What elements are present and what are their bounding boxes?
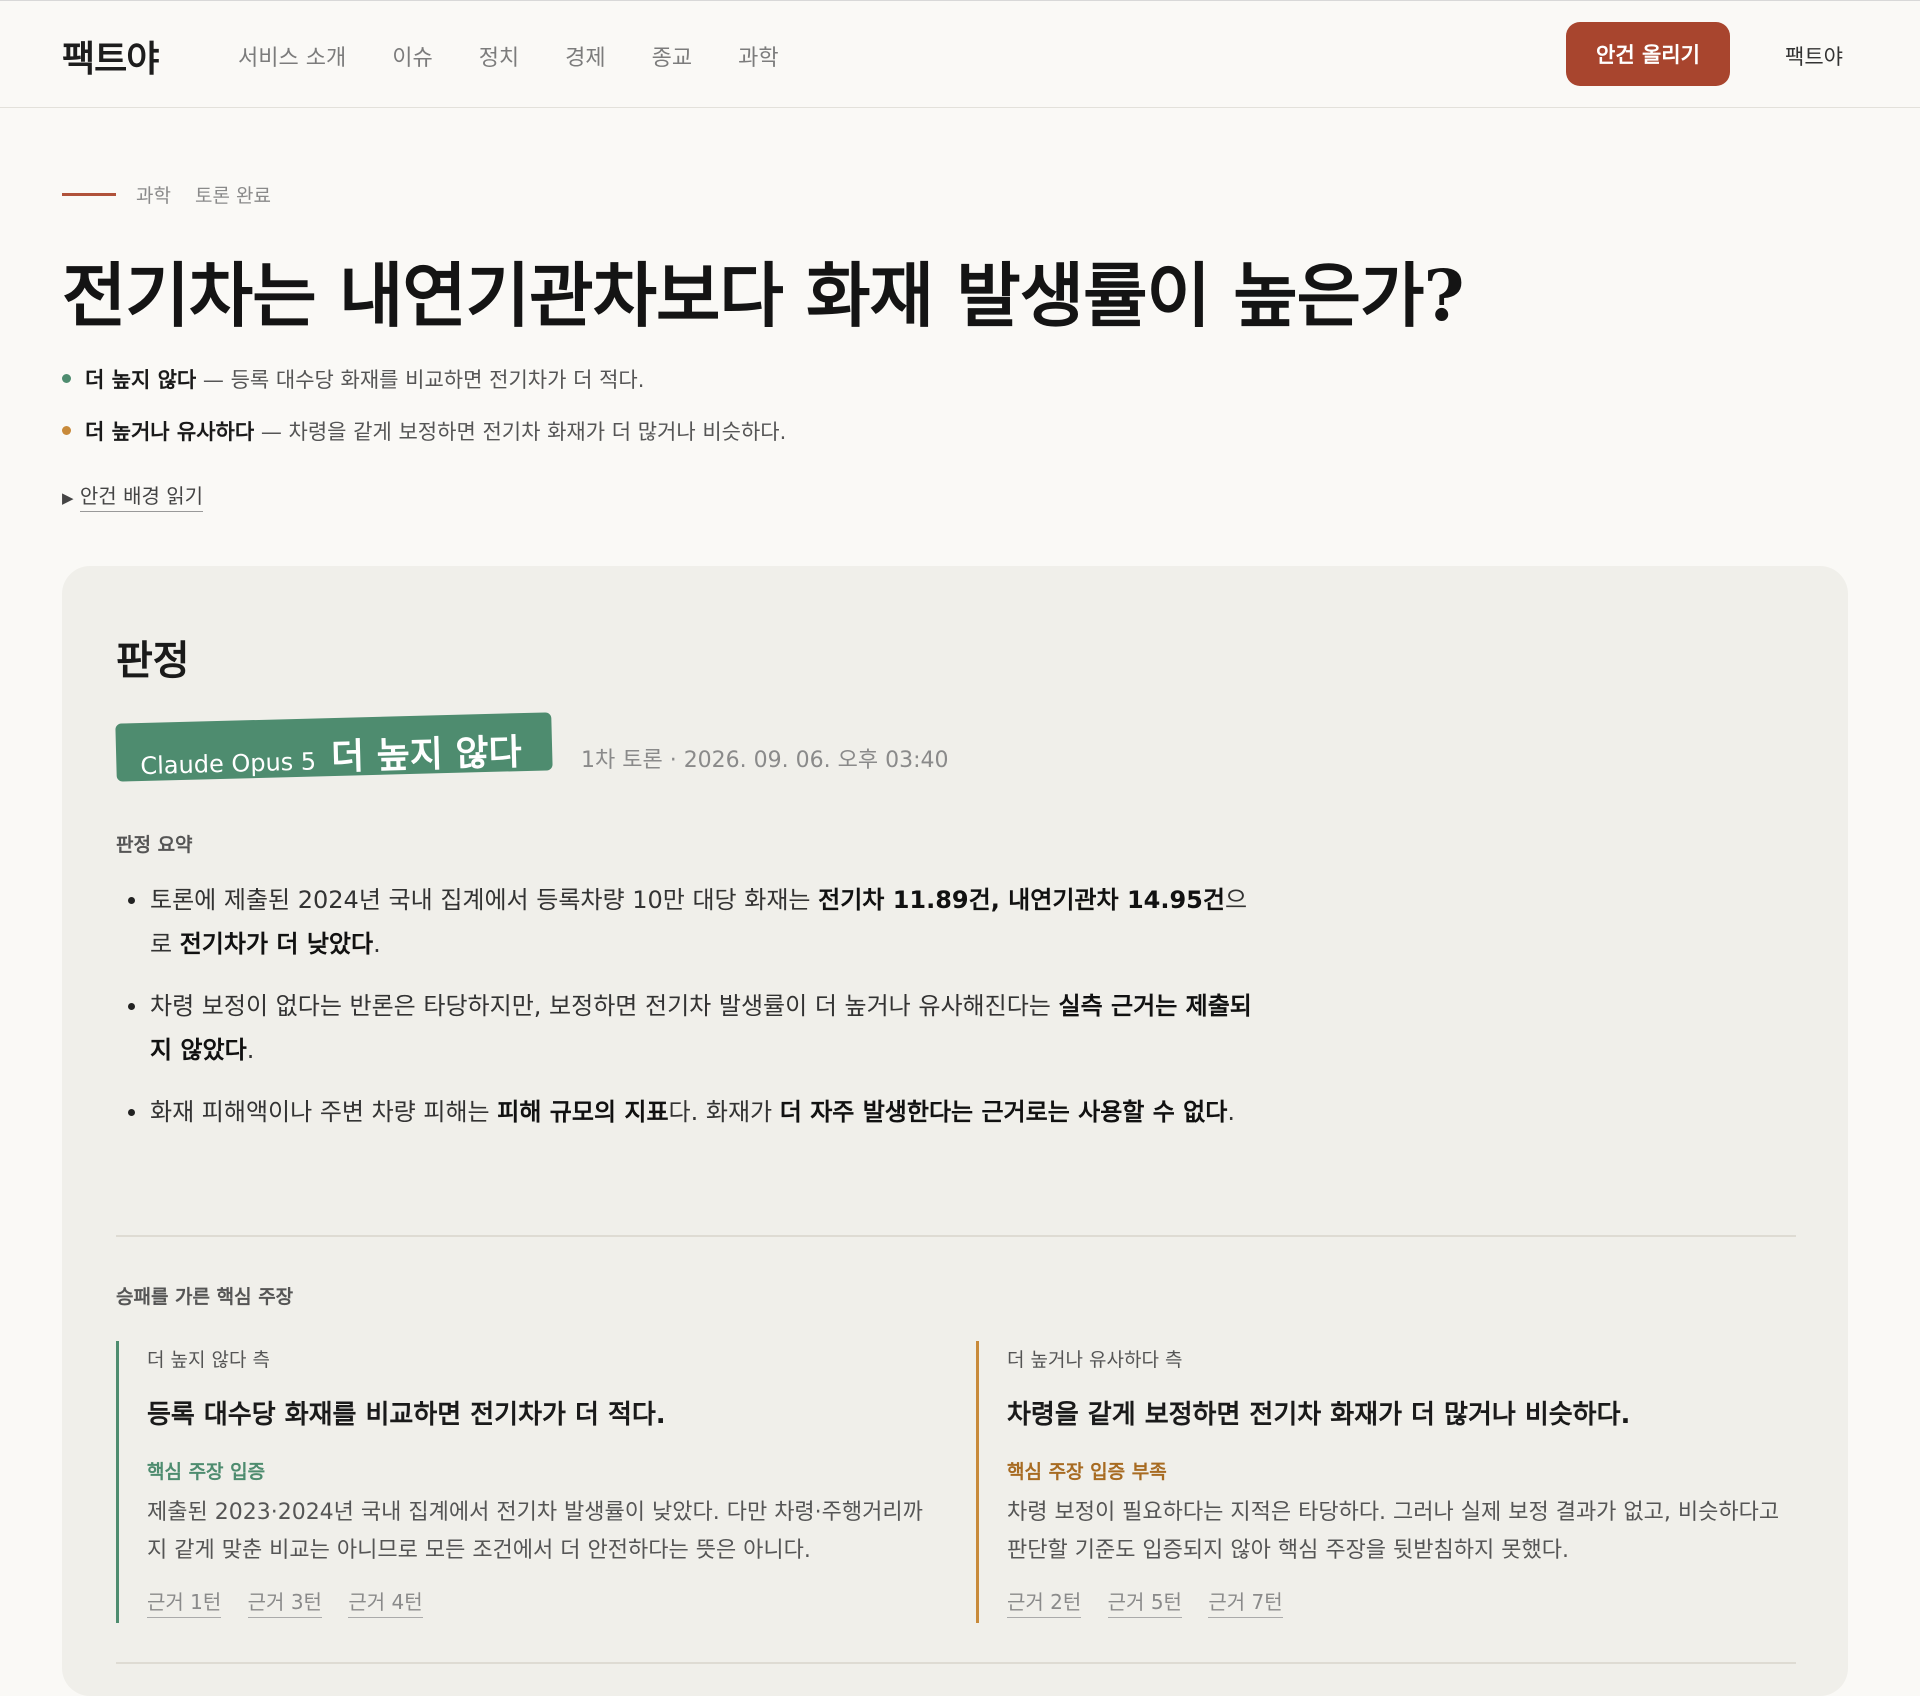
summary-text: . (1227, 1098, 1235, 1126)
side-description: 제출된 2023·2024년 국내 집계에서 전기차 발생률이 낮았다. 다만 … (147, 1500, 923, 1563)
position-label: 더 높지 않다 (85, 368, 197, 392)
summary-emphasis: 피해 규모의 지표 (497, 1098, 669, 1126)
verdict-model: Claude Opus 5 (140, 747, 317, 781)
position-desc: — 차령을 같게 보정하면 전기차 화재가 더 많거나 비슷하다. (254, 420, 787, 444)
side-references: 근거 2턴 근거 5턴 근거 7턴 (1007, 1586, 1796, 1618)
logo[interactable]: 팩트야 (62, 30, 159, 82)
nav-item-politics[interactable]: 정치 (479, 40, 519, 72)
side-claim: 차령을 같게 보정하면 전기차 화재가 더 많거나 비슷하다. (1007, 1400, 1631, 1430)
account-link[interactable]: 팩트야 (1785, 41, 1843, 71)
page-title: 전기차는 내연기관차보다 화재 발생률이 높은가? (62, 254, 1464, 337)
triangle-right-icon: ▶ (62, 489, 74, 507)
summary-text: 토론에 제출된 2024년 국내 집계에서 등록차량 10만 대당 화재는 (150, 886, 819, 914)
reference-link[interactable]: 근거 4턴 (348, 1590, 423, 1618)
summary-list: 토론에 제출된 2024년 국내 집계에서 등록차량 10만 대당 화재는 전기… (116, 878, 1266, 1152)
breadcrumb-status: 토론 완료 (195, 185, 271, 207)
side-claim: 등록 대수당 화재를 비교하면 전기차가 더 적다. (147, 1400, 666, 1430)
background-link-label: 안건 배경 읽기 (79, 484, 204, 512)
summary-text: . (373, 930, 381, 958)
position-label: 더 높거나 유사하다 (85, 420, 255, 444)
nav-item-issues[interactable]: 이슈 (392, 40, 432, 72)
side-status: 핵심 주장 입증 (147, 1461, 266, 1483)
key-claims-label: 승패를 가른 핵심 주장 (116, 1286, 294, 1308)
breadcrumb-category[interactable]: 과학 (136, 185, 171, 207)
summary-item: 화재 피해액이나 주변 차량 피해는 피해 규모의 지표다. 화재가 더 자주 … (116, 1090, 1266, 1134)
main-nav: 서비스 소개 이슈 정치 경제 종교 과학 (238, 40, 825, 72)
position-desc: — 등록 대수당 화재를 비교하면 전기차가 더 적다. (196, 368, 645, 392)
summary-item: 토론에 제출된 2024년 국내 집계에서 등록차량 10만 대당 화재는 전기… (116, 878, 1266, 966)
reference-link[interactable]: 근거 2턴 (1007, 1590, 1082, 1618)
side-references: 근거 1턴 근거 3턴 근거 4턴 (147, 1586, 936, 1618)
verdict-meta: 1차 토론 · 2026. 09. 06. 오후 03:40 (581, 748, 949, 773)
verdict-result: 더 높지 않다 (330, 731, 523, 779)
side-card-higher-or-similar: 더 높거나 유사하다 측 차령을 같게 보정하면 전기차 화재가 더 많거나 비… (976, 1341, 1796, 1623)
nav-item-science[interactable]: 과학 (738, 40, 778, 72)
site-header: 팩트야 서비스 소개 이슈 정치 경제 종교 과학 안건 올리기 팩트야 (0, 0, 1920, 108)
section-divider (116, 1235, 1796, 1237)
section-divider-bottom (116, 1662, 1796, 1664)
verdict-heading: 판정 (116, 637, 190, 684)
side-status: 핵심 주장 입증 부족 (1007, 1461, 1167, 1483)
summary-emphasis: 더 자주 발생한다는 근거로는 사용할 수 없다 (779, 1098, 1228, 1126)
side-description: 차령 보정이 필요하다는 지적은 타당하다. 그러나 실제 보정 결과가 없고,… (1007, 1500, 1780, 1563)
verdict-card: 판정 Claude Opus 5 더 높지 않다 1차 토론 · 2026. 0… (62, 566, 1848, 1696)
summary-text: 다. 화재가 (668, 1098, 780, 1126)
position-no: 더 높거나 유사하다 — 차령을 같게 보정하면 전기차 화재가 더 많거나 비… (62, 416, 786, 446)
summary-item: 차령 보정이 없다는 반론은 타당하지만, 보정하면 전기차 발생률이 더 높거… (116, 984, 1266, 1072)
submit-issue-button[interactable]: 안건 올리기 (1566, 22, 1730, 86)
summary-emphasis: 전기차가 더 낮았다 (179, 930, 374, 958)
summary-label: 판정 요약 (116, 834, 193, 856)
background-toggle[interactable]: ▶ 안건 배경 읽기 (62, 480, 204, 512)
side-card-not-higher: 더 높지 않다 측 등록 대수당 화재를 비교하면 전기차가 더 적다. 핵심 … (116, 1341, 936, 1623)
nav-item-economy[interactable]: 경제 (565, 40, 605, 72)
summary-text: 차령 보정이 없다는 반론은 타당하지만, 보정하면 전기차 발생률이 더 높거… (150, 992, 1059, 1020)
breadcrumb-accent (62, 193, 116, 196)
position-yes: 더 높지 않다 — 등록 대수당 화재를 비교하면 전기차가 더 적다. (62, 364, 644, 394)
nav-item-religion[interactable]: 종교 (652, 40, 692, 72)
verdict-badge: Claude Opus 5 더 높지 않다 (115, 712, 553, 782)
reference-link[interactable]: 근거 7턴 (1208, 1590, 1283, 1618)
summary-text: 화재 피해액이나 주변 차량 피해는 (150, 1098, 498, 1126)
side-name: 더 높지 않다 측 (147, 1349, 270, 1371)
position-dot (62, 425, 71, 435)
reference-link[interactable]: 근거 3턴 (247, 1590, 322, 1618)
reference-link[interactable]: 근거 5턴 (1107, 1590, 1182, 1618)
summary-emphasis: 전기차 11.89건, 내연기관차 14.95건 (818, 886, 1225, 914)
reference-link[interactable]: 근거 1턴 (147, 1590, 222, 1618)
side-name: 더 높거나 유사하다 측 (1007, 1349, 1183, 1371)
summary-text: . (246, 1036, 255, 1064)
position-dot (62, 373, 71, 383)
nav-item-about[interactable]: 서비스 소개 (238, 40, 346, 72)
breadcrumb: 과학 토론 완료 (136, 181, 289, 208)
